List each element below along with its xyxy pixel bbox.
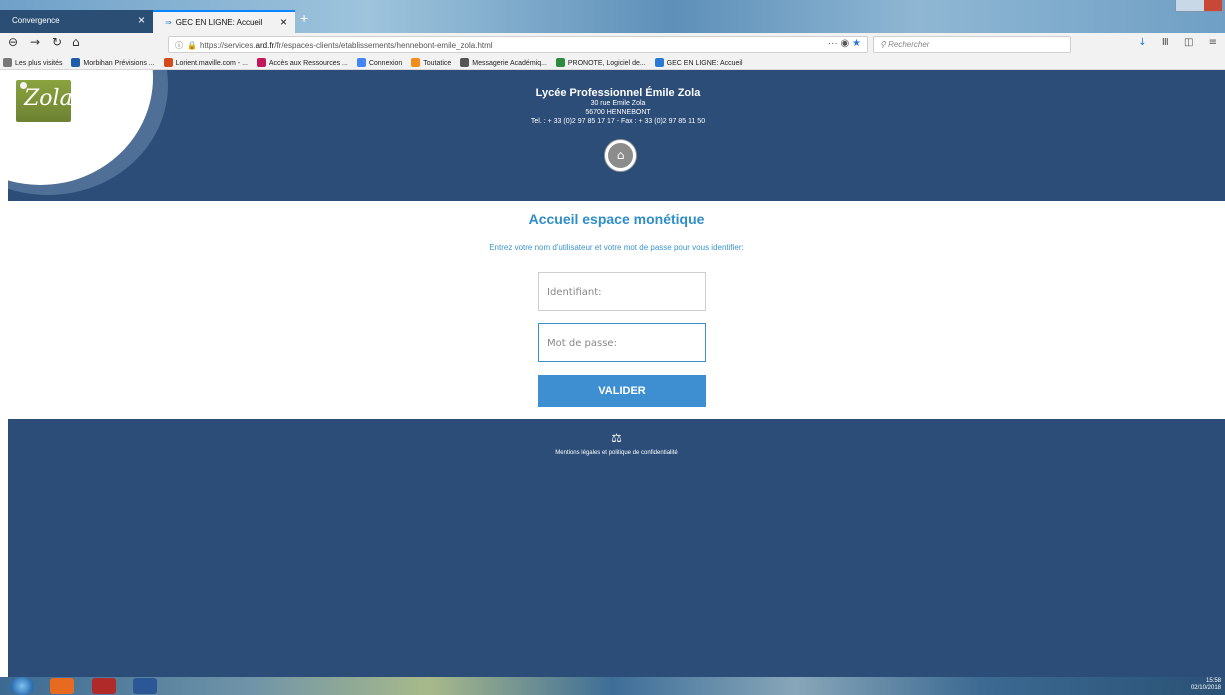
page-title: Accueil espace monétique [528,211,705,227]
arrow-icon: ⇒ [165,18,172,27]
username-field[interactable]: Identifiant: [538,272,706,311]
app-icon[interactable] [92,678,116,694]
validate-button[interactable]: VALIDER [538,375,706,407]
contact-line: Tel. : + 33 (0)2 97 85 17 17 - Fax : + 3… [530,118,706,125]
bookmark-item[interactable]: GEC EN LIGNE: Accueil [654,58,743,67]
bookmark-item[interactable]: Les plus visités [3,58,62,67]
system-clock[interactable]: 15:58 02/10/2018 [1191,678,1221,692]
taskbar: 15:58 02/10/2018 [0,677,1225,695]
site-footer: ⚖ Mentions légales et politique de confi… [8,419,1225,677]
bookmark-star-icon[interactable]: ★ [852,38,861,49]
forward-icon[interactable]: → [30,35,40,49]
browser-tab-bar: Convergence × ⇒ GEC EN LIGNE: Accueil × + [0,0,1225,33]
login-instruction: Entrez votre nom d'utilisateur et votre … [489,243,744,252]
search-icon: ⚲ [880,40,886,49]
info-icon[interactable]: ⓘ [175,41,183,50]
bookmark-icon [71,58,81,67]
new-tab-icon[interactable]: + [300,10,308,26]
url-prefix: https://services. [199,41,256,50]
word-icon[interactable] [133,678,157,694]
username-placeholder: Identifiant: [547,287,602,298]
library-icon[interactable]: Ⅲ [1162,37,1169,48]
home-icon: ⌂ [616,148,625,162]
tab-label: Convergence [12,16,60,25]
bookmark-icon [654,58,664,67]
password-field[interactable]: Mot de passe: [538,323,706,362]
page-content: Zola Lycée Professionnel Émile Zola 30 r… [8,70,1225,677]
start-button[interactable] [10,677,34,695]
bookmark-icon [460,58,470,67]
menu-icon[interactable]: ≡ [1209,37,1217,48]
school-name: Lycée Professionnel Émile Zola [535,87,701,99]
sidebar-icon[interactable]: ◫ [1184,37,1193,48]
home-icon[interactable]: ⌂ [72,35,80,49]
home-button[interactable]: ⌂ [605,140,636,171]
reload-icon[interactable]: ↻ [52,35,62,49]
clock-time: 15:58 [1205,678,1221,684]
bookmark-item[interactable]: Accès aux Ressources ... [256,58,348,67]
url-path: /fr/espaces-clients/etablissements/henne… [274,41,493,50]
bookmark-icon [411,58,421,67]
more-icon[interactable]: ··· [828,38,838,49]
address-line-1: 30 rue Emile Zola [590,100,646,107]
bookmark-item[interactable]: Morbihan Prévisions ... [71,58,155,67]
password-placeholder: Mot de passe: [547,338,617,349]
address-line-2: 56700 HENNEBONT [585,109,651,116]
site-header: Zola Lycée Professionnel Émile Zola 30 r… [8,70,1225,201]
window-close-icon[interactable] [1204,0,1222,11]
close-icon[interactable]: × [280,15,287,29]
download-icon[interactable]: ↓ [1138,37,1146,48]
close-icon[interactable]: × [138,13,145,27]
bookmark-icon [3,58,12,67]
url-host: ard.fr [255,41,275,50]
navigation-bar: ⊖ → ↻ ⌂ ⓘ 🔒 https://services.ard.fr/fr/esp… [0,33,1225,55]
bookmark-icon [356,58,366,67]
scale-icon: ⚖ [611,431,622,445]
logo-text: Zola [24,86,73,111]
bookmark-icon [256,58,266,67]
bookmark-item[interactable]: Toutatice [411,58,451,67]
tab-convergence[interactable]: Convergence × [0,10,153,33]
bookmark-item[interactable]: PRONOTE, Logiciel de... [555,58,646,67]
tab-gec-en-ligne[interactable]: ⇒ GEC EN LIGNE: Accueil × [153,10,295,33]
bookmark-item[interactable]: Lorient.maville.com - ... [163,58,248,67]
school-logo[interactable]: Zola [16,80,73,122]
address-bar[interactable]: ⓘ 🔒 https://services.ard.fr/fr/espaces-cli… [168,36,868,53]
legal-link[interactable]: Mentions légales et politique de confide… [8,450,1225,456]
bookmark-item[interactable]: Messagerie Académiq... [460,58,547,67]
back-icon[interactable]: ⊖ [8,35,18,49]
tab-label: GEC EN LIGNE: Accueil [175,18,263,27]
lock-icon[interactable]: 🔒 [187,41,197,50]
bookmarks-bar: Les plus visités Morbihan Prévisions ...… [0,55,1225,70]
bookmark-icon [163,58,173,67]
window-controls[interactable] [1175,0,1223,12]
pocket-icon[interactable]: ◉ [841,38,850,49]
search-placeholder: Rechercher [888,40,930,49]
school-info: Lycée Professionnel Émile Zola 30 rue Em… [368,87,868,126]
bookmark-item[interactable]: Connexion [356,58,402,67]
firefox-icon[interactable] [50,678,74,694]
clock-date: 02/10/2018 [1190,685,1221,691]
search-input[interactable]: ⚲ Rechercher [873,36,1071,53]
bookmark-icon [555,58,565,67]
